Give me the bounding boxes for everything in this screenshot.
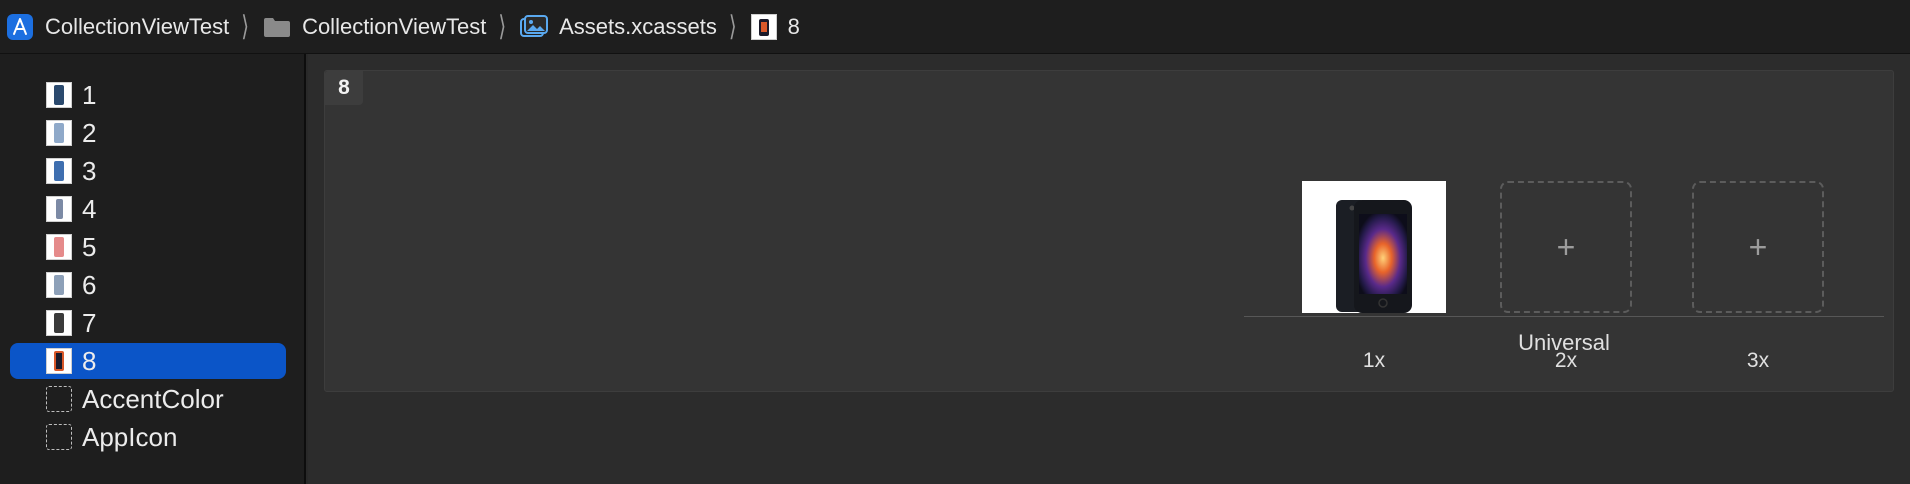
image-slot-2x[interactable]: + — [1500, 181, 1632, 313]
asset-list-item[interactable]: 3 — [10, 153, 286, 189]
app-project-icon — [6, 13, 34, 41]
asset-list-item[interactable]: AppIcon — [10, 419, 286, 455]
breadcrumb-item-project[interactable]: CollectionViewTest — [6, 0, 229, 54]
plus-icon: + — [1556, 229, 1576, 265]
asset-list-item[interactable]: 5 — [10, 229, 286, 265]
image-set-name[interactable]: 8 — [325, 71, 363, 105]
image-set-icon — [46, 310, 72, 336]
breadcrumb-item-assets[interactable]: Assets.xcassets — [520, 0, 717, 54]
breadcrumb-item-imageset[interactable]: 8 — [750, 0, 800, 54]
color-set-icon — [46, 386, 72, 412]
breadcrumb: CollectionViewTest ⟩ CollectionViewTest … — [0, 0, 1910, 54]
asset-list-item[interactable]: 7 — [10, 305, 286, 341]
breadcrumb-separator: ⟩ — [241, 11, 250, 43]
asset-list-item[interactable]: 1 — [10, 77, 286, 113]
image-set-icon — [46, 82, 72, 108]
asset-list-item[interactable]: AccentColor — [10, 381, 286, 417]
image-set-icon — [750, 13, 777, 40]
breadcrumb-separator: ⟩ — [498, 11, 507, 43]
asset-list-item-selected[interactable]: 8 — [10, 343, 286, 379]
device-group-divider — [1244, 316, 1884, 317]
image-slot-1x[interactable] — [1302, 181, 1446, 313]
image-set-icon — [46, 348, 72, 374]
image-set-icon — [46, 272, 72, 298]
breadcrumb-separator: ⟩ — [728, 11, 737, 43]
image-set-icon — [46, 158, 72, 184]
device-group-label: Universal — [1518, 330, 1610, 355]
asset-list-item[interactable]: 2 — [10, 115, 286, 151]
breadcrumb-item-folder[interactable]: CollectionViewTest — [263, 0, 486, 54]
asset-editor: 8 1x + 2x + 3x — [308, 54, 1910, 484]
image-slot-3x[interactable]: + — [1692, 181, 1824, 313]
asset-list-sidebar: 1 2 3 4 5 6 7 8 AccentColor AppIcon — [0, 54, 306, 484]
asset-list-item[interactable]: 4 — [10, 191, 286, 227]
plus-icon: + — [1748, 229, 1768, 265]
image-set-icon — [46, 234, 72, 260]
image-set-icon — [46, 196, 72, 222]
app-icon-set-icon — [46, 424, 72, 450]
folder-icon — [263, 16, 291, 38]
asset-list-item[interactable]: 6 — [10, 267, 286, 303]
asset-catalog-icon — [520, 14, 549, 39]
iphone-image — [1336, 200, 1412, 313]
image-set-icon — [46, 120, 72, 146]
